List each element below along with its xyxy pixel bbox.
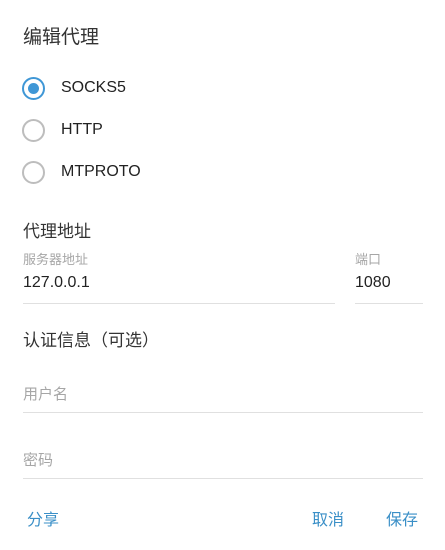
radio-label-http: HTTP xyxy=(61,121,103,138)
radio-label-mtproto: MTPROTO xyxy=(61,163,141,180)
cancel-button[interactable]: 取消 xyxy=(312,506,344,530)
radio-button[interactable] xyxy=(22,118,45,142)
save-button[interactable]: 保存 xyxy=(386,506,418,530)
address-section-title: 代理地址 xyxy=(23,222,91,242)
radio-label-socks5: SOCKS5 xyxy=(61,79,126,96)
port-underline xyxy=(355,303,423,304)
radio-button-checked[interactable] xyxy=(22,76,45,100)
port-input[interactable]: 1080 xyxy=(355,274,391,292)
port-label: 端口 xyxy=(355,253,382,268)
radio-option-socks5[interactable]: SOCKS5 xyxy=(22,74,126,102)
radio-option-mtproto[interactable]: MTPROTO xyxy=(22,158,141,186)
server-address-underline xyxy=(23,303,335,304)
radio-option-http[interactable]: HTTP xyxy=(22,116,103,144)
share-button[interactable]: 分享 xyxy=(27,506,59,530)
radio-button[interactable] xyxy=(22,160,45,184)
username-underline xyxy=(23,412,423,413)
server-address-label: 服务器地址 xyxy=(23,253,89,268)
password-underline xyxy=(23,478,423,479)
username-input[interactable]: 用户名 xyxy=(23,383,68,404)
radio-dot xyxy=(28,82,39,94)
password-input[interactable]: 密码 xyxy=(23,449,53,470)
auth-section-title: 认证信息（可选） xyxy=(23,331,159,351)
server-address-input[interactable]: 127.0.0.1 xyxy=(23,274,90,292)
dialog-title: 编辑代理 xyxy=(23,26,100,48)
